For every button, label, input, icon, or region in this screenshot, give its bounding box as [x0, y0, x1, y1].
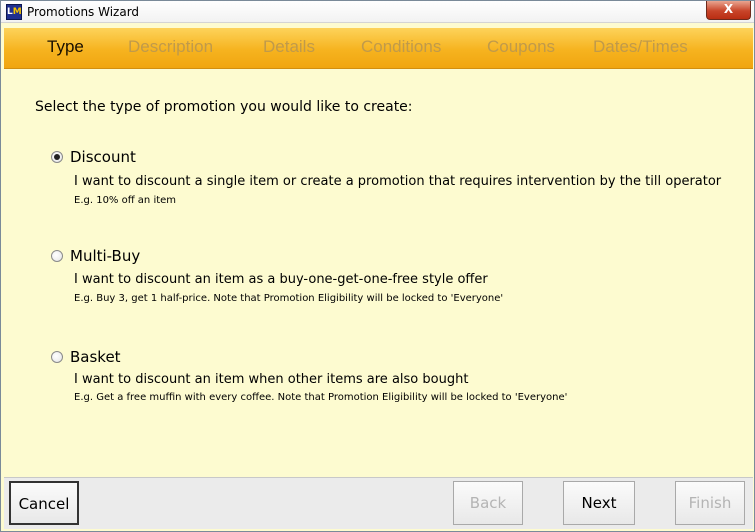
step-coupons: Coupons	[487, 37, 556, 56]
discount-title[interactable]: Discount	[70, 148, 136, 166]
step-conditions: Conditions	[361, 37, 442, 56]
finish-button[interactable]: Finish	[675, 481, 745, 525]
step-details: Details	[263, 37, 315, 56]
basket-title[interactable]: Basket	[70, 348, 121, 366]
app-logo-icon: LM	[6, 4, 22, 20]
basket-radio[interactable]	[51, 351, 63, 363]
wizard-steps-bar: Type Description Details Conditions Coup…	[4, 28, 753, 69]
button-bar	[4, 477, 753, 529]
multi-buy-radio[interactable]	[51, 250, 63, 262]
basket-example: E.g. Get a free muffin with every coffee…	[74, 392, 568, 403]
page-prompt: Select the type of promotion you would l…	[35, 99, 413, 115]
basket-description: I want to discount an item when other it…	[74, 372, 469, 387]
step-description: Description	[128, 37, 214, 56]
multi-buy-title[interactable]: Multi-Buy	[70, 247, 140, 265]
back-button[interactable]: Back	[453, 481, 523, 525]
promotions-wizard-window: LM Promotions Wizard X Type Description …	[0, 0, 755, 532]
cancel-button[interactable]: Cancel	[9, 481, 79, 525]
discount-radio[interactable]	[51, 151, 63, 163]
close-icon[interactable]: X	[706, 1, 751, 20]
step-dates-times: Dates/Times	[593, 37, 688, 56]
app-logo-letter-m: M	[12, 7, 22, 17]
multi-buy-example: E.g. Buy 3, get 1 half-price. Note that …	[74, 293, 504, 304]
radio-selected-dot	[54, 154, 60, 160]
title-bar: LM Promotions Wizard X	[1, 1, 754, 23]
multi-buy-description: I want to discount an item as a buy-one-…	[74, 272, 488, 287]
step-type: Type	[47, 37, 84, 56]
discount-description: I want to discount a single item or crea…	[74, 174, 722, 189]
window-title: Promotions Wizard	[27, 5, 140, 19]
next-button[interactable]: Next	[563, 481, 635, 525]
discount-example: E.g. 10% off an item	[74, 195, 177, 206]
